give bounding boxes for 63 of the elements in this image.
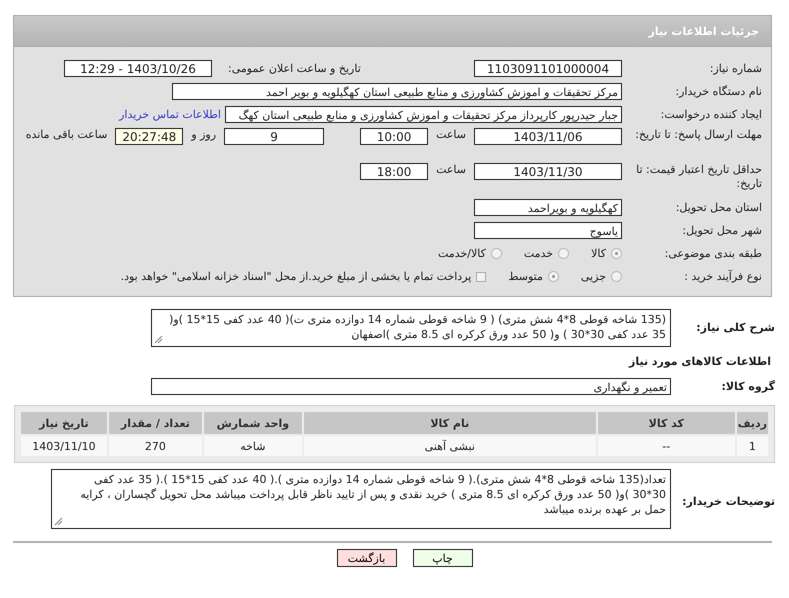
field-label: توضیحات خریدار: — [681, 494, 775, 508]
page-title: جزئیات اطلاعات نیاز — [648, 24, 759, 38]
option-label: کالا/خدمت — [438, 247, 486, 260]
table-cell: شاخه — [204, 436, 302, 456]
column-header: ردیف — [736, 412, 768, 434]
field-label: استان محل تحویل: — [674, 200, 763, 214]
time-label: ساعت — [436, 128, 466, 141]
column-header: تعداد / مقدار — [108, 412, 202, 434]
field-label: شماره نیاز: — [708, 62, 763, 76]
input-field[interactable]: 9 — [224, 128, 324, 145]
column-header: کد کالا — [598, 412, 735, 434]
table-cell: -- — [598, 436, 735, 456]
radio-button[interactable] — [548, 271, 559, 282]
countdown: 20:27:48 — [115, 128, 184, 145]
text-area[interactable]: (135 شاخه قوطی 8*4 شش متری) ( 9 شاخه قوطی شماره 14 دوازده متری ت)( 40 عدد کفی 15*15 )و( 35 عدد کفی 30*30 ) و( 50 عدد ورق کرکره ای 8.5 متری )اصفهان — [151, 309, 671, 347]
field-label: مهلت ارسال پاسخ: تا تاریخ: — [634, 128, 763, 142]
table-cell: نبشی آهنی — [304, 436, 596, 456]
input-field[interactable]: مرکز تحقیقات و اموزش کشاورزی و منابع طبیعی استان کهگیلویه و بویر احمد — [172, 83, 622, 100]
option-label: خدمت — [524, 247, 554, 260]
field-label: طبقه بندی موضوعی: — [664, 246, 763, 260]
option-label: کالا — [591, 247, 606, 260]
option-label: متوسط — [508, 270, 543, 283]
table-cell: 1403/11/10 — [21, 436, 107, 456]
input-field[interactable]: یاسوج — [474, 222, 622, 239]
option-label: پرداخت تمام یا بخشی از مبلغ خرید.از محل "اسناد خزانه اسلامی" خواهد بود. — [120, 270, 472, 283]
field-label: شهر محل تحویل: — [681, 224, 763, 238]
resize-grip-icon[interactable] — [54, 517, 63, 526]
input-field[interactable]: جبار حیدرپور کارپرداز مرکز تحقیقات و اموزش کشاورزی و منابع طبیعی استان کهگ — [225, 106, 622, 123]
field-label: نام دستگاه خریدار: — [674, 84, 763, 98]
field-label: ایجاد کننده درخواست: — [660, 108, 763, 122]
input-field[interactable]: 18:00 — [360, 163, 428, 180]
contact-link[interactable]: اطلاعات تماس خریدار — [119, 108, 221, 121]
radio-button[interactable] — [611, 271, 622, 282]
input-field[interactable]: 1403/11/06 — [474, 128, 622, 145]
column-header: تاریخ نیاز — [21, 412, 107, 434]
column-header: واحد شمارش — [204, 412, 302, 434]
field-label: نوع فرآیند خرید : — [683, 270, 763, 284]
time-label: ساعت — [436, 163, 466, 176]
table-cell: 270 — [108, 436, 202, 456]
text-area[interactable]: تعداد(135 شاخه قوطی 8*4 شش متری).( 9 شاخه قوطی شماره 14 دوازده متری ).( 40 عدد کفی 15*15 ).( 35 عدد کفی 30*30 )و( 50 عدد ورق کرکره ای 8.5 متری ) خرید نقدی و پس از تایید ناظر قابل پرداخت میباشد محل تحویل گچساران ، کرایه حمل بر عهده برنده میباشد — [51, 469, 671, 529]
back-button[interactable]: بازگشت — [336, 549, 396, 567]
field-label: حداقل تاریخ اعتبار قیمت: تا تاریخ: — [635, 163, 763, 191]
resize-grip-icon[interactable] — [154, 335, 163, 344]
input-field[interactable]: 1103091101000004 — [474, 60, 622, 77]
radio-button[interactable] — [611, 248, 622, 259]
option-label: جزیی — [580, 270, 606, 283]
remaining-label: ساعت باقی مانده — [26, 128, 108, 141]
checkbox[interactable] — [476, 272, 486, 282]
field-label: شرح کلی نیاز: — [695, 320, 775, 334]
radio-button[interactable] — [490, 248, 502, 259]
table-cell: 1 — [736, 436, 768, 456]
input-field[interactable]: تعمیر و نگهداری — [151, 378, 671, 395]
print-button[interactable]: چاپ — [412, 549, 472, 567]
days-label: روز و — [191, 128, 216, 141]
radio-button[interactable] — [558, 248, 570, 259]
section-heading: اطلاعات کالاهای مورد نیاز — [628, 354, 772, 368]
field-label: تاریخ و ساعت اعلان عمومی: — [228, 62, 361, 75]
input-field[interactable]: کهگیلویه و بویراحمد — [474, 199, 622, 216]
column-header: نام کالا — [304, 412, 596, 434]
field-label: گروه کالا: — [720, 379, 775, 393]
input-field[interactable]: 1403/11/30 — [474, 163, 622, 180]
input-field[interactable]: 1403/10/26 - 12:29 — [64, 60, 212, 77]
input-field[interactable]: 10:00 — [360, 128, 428, 145]
